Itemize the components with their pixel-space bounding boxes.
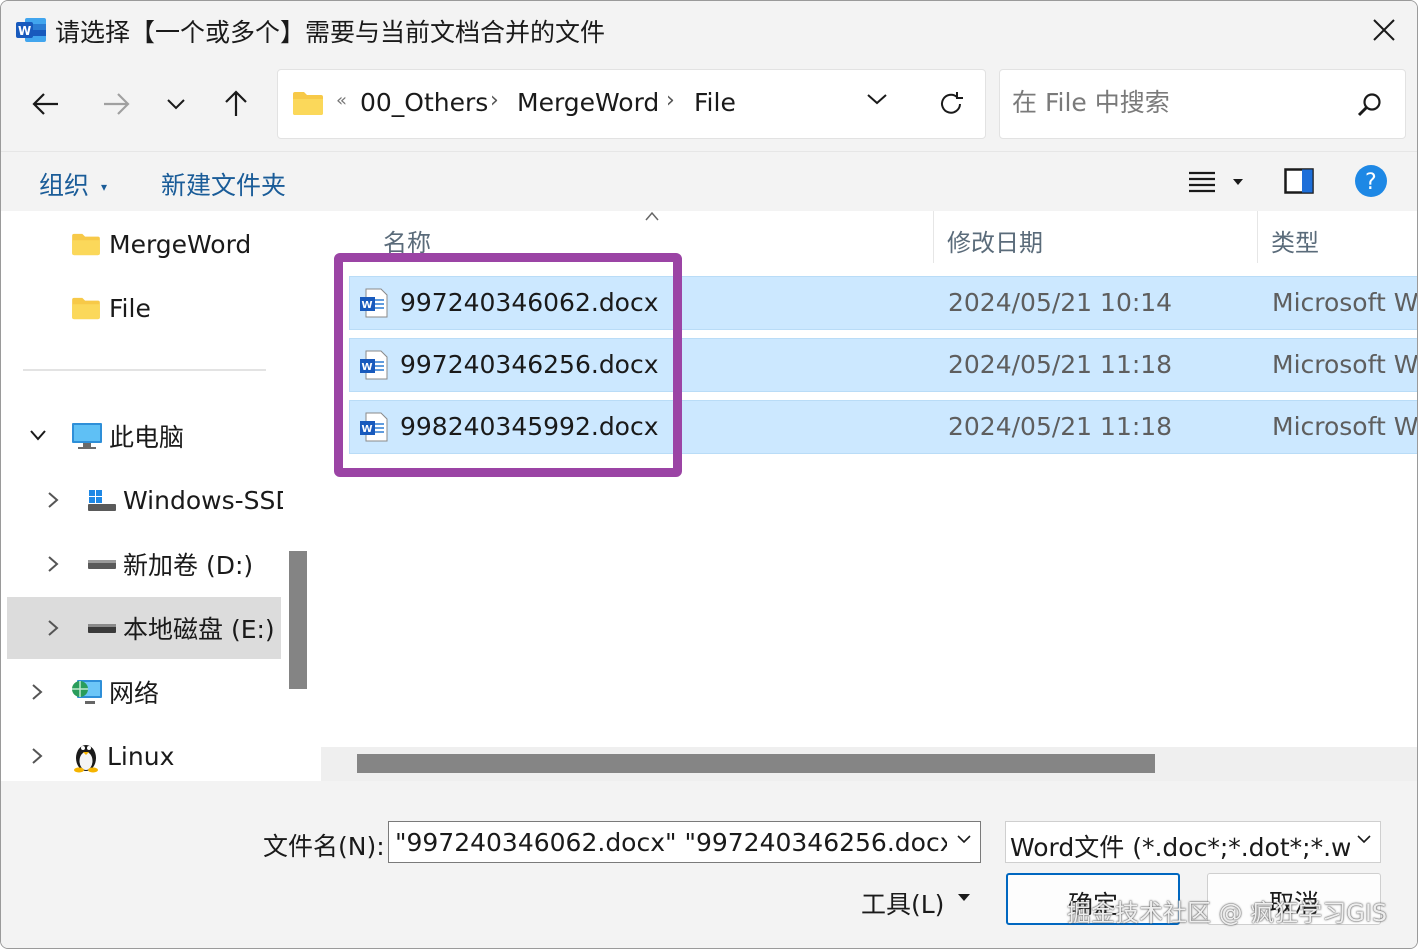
chevron-down-icon[interactable] (1356, 834, 1372, 844)
back-button[interactable] (26, 84, 66, 124)
sidebar-item-network[interactable]: 网络 (71, 665, 159, 719)
expand-chevron-right-icon[interactable] (31, 747, 43, 765)
sidebar-item-linux[interactable]: Linux (71, 729, 174, 783)
close-icon (1373, 19, 1395, 41)
column-header-date[interactable]: 修改日期 (947, 223, 1043, 258)
navigation-bar: « 00_Others › MergeWord › File (1, 59, 1417, 151)
view-list-icon[interactable] (1188, 170, 1216, 194)
sidebar-divider (23, 369, 266, 371)
sidebar-item-label: 本地磁盘 (E:) (123, 615, 275, 644)
chevron-down-icon[interactable] (956, 834, 972, 844)
sidebar-item-label: MergeWord (109, 229, 252, 259)
chevron-down-icon (167, 99, 185, 110)
sidebar-item-windows-ssd[interactable]: Windows-SSD (87, 473, 283, 527)
organize-menu[interactable]: 组织 ▾ (39, 166, 107, 202)
folder-icon (72, 297, 100, 320)
file-open-dialog: W 请选择【一个或多个】需要与当前文档合并的文件 « 00_Others › M… (0, 0, 1418, 949)
new-folder-button[interactable]: 新建文件夹 (161, 166, 286, 202)
sidebar-item-file[interactable]: File (71, 281, 151, 335)
breadcrumb-separator-icon[interactable]: › (666, 88, 675, 113)
network-icon (72, 680, 102, 704)
forward-button[interactable] (96, 84, 136, 124)
column-divider[interactable] (933, 211, 934, 263)
svg-text:W: W (18, 24, 31, 38)
word-app-icon: W (16, 18, 46, 42)
linux-penguin-icon (74, 745, 98, 773)
breadcrumb-00-others[interactable]: 00_Others (360, 88, 488, 117)
sort-ascending-icon (645, 211, 659, 221)
file-list: 名称 修改日期 类型 W 997240346062.docx 2024/05/2… (321, 211, 1417, 781)
column-divider[interactable] (1257, 211, 1258, 263)
system-drive-icon (88, 490, 116, 511)
expand-chevron-right-icon[interactable] (47, 555, 59, 573)
recent-locations-button[interactable] (156, 84, 196, 124)
sidebar-item-label: 此电脑 (109, 423, 185, 452)
tools-caret-icon[interactable] (957, 893, 971, 902)
filename-label: 文件名(N): (263, 832, 385, 861)
sidebar-item-label: Linux (107, 741, 175, 771)
file-type-filter-value: Word文件 (*.doc*;*.dot*;*.wps (1010, 833, 1350, 862)
svg-text:?: ? (1365, 170, 1377, 195)
watermark-text: 掘金技术社区 @ 疯狂学习GIS (1067, 899, 1388, 927)
dialog-footer: 文件名(N): "997240346062.docx" "99724034625… (1, 781, 1417, 948)
arrow-right-icon (104, 93, 130, 115)
search-input[interactable] (1012, 88, 1342, 117)
breadcrumb-file[interactable]: File (694, 88, 736, 117)
title-bar: W 请选择【一个或多个】需要与当前文档合并的文件 (1, 1, 1417, 59)
search-box[interactable] (999, 69, 1406, 139)
refresh-icon (941, 92, 963, 114)
folder-icon (72, 233, 100, 256)
arrow-left-icon (32, 93, 58, 115)
sidebar-item-this-pc[interactable]: 此电脑 (71, 409, 184, 463)
arrow-up-icon (225, 90, 247, 116)
sidebar-item-label: 新加卷 (D:) (123, 551, 254, 580)
sidebar-item-label: Windows-SSD (123, 485, 283, 515)
computer-icon (72, 423, 102, 449)
up-button[interactable] (216, 84, 256, 124)
breadcrumb-separator-icon[interactable]: › (490, 88, 499, 113)
column-header-type[interactable]: 类型 (1271, 223, 1319, 258)
tools-menu[interactable]: 工具(L) (861, 885, 944, 921)
preview-pane-icon[interactable] (1284, 168, 1314, 194)
caret-down-icon: ▾ (100, 180, 107, 194)
file-date: 2024/05/21 10:14 (948, 288, 1173, 317)
folder-icon (293, 92, 323, 115)
sidebar-item-drive-e[interactable]: 本地磁盘 (E:) (7, 597, 281, 659)
organize-label: 组织 (39, 171, 90, 200)
navigation-pane: MergeWord File 此电脑 Windows-SSD 新加卷 (D:) … (1, 211, 321, 781)
expand-chevron-down-icon[interactable] (29, 429, 47, 441)
navigation-pane-scrollbar[interactable] (289, 551, 307, 689)
drive-icon (88, 560, 116, 569)
search-icon[interactable] (1357, 92, 1383, 118)
file-date: 2024/05/21 11:18 (948, 350, 1173, 379)
filename-combobox[interactable]: "997240346062.docx" "997240346256.docx" … (388, 821, 981, 863)
address-bar[interactable]: « 00_Others › MergeWord › File (277, 69, 986, 139)
expand-chevron-right-icon[interactable] (31, 683, 43, 701)
expand-chevron-right-icon[interactable] (47, 491, 59, 509)
filename-value[interactable]: "997240346062.docx" "997240346256.docx" … (395, 828, 947, 857)
view-options-caret-icon[interactable] (1232, 178, 1244, 186)
expand-chevron-right-icon[interactable] (47, 619, 59, 637)
annotation-highlight-box (334, 253, 682, 477)
sidebar-item-label: File (109, 293, 151, 323)
refresh-button[interactable] (931, 84, 971, 124)
horizontal-scrollbar-thumb[interactable] (357, 754, 1155, 773)
breadcrumb-more-icon[interactable]: « (336, 90, 347, 111)
address-history-chevron-icon[interactable] (866, 92, 888, 106)
sidebar-item-label: 网络 (109, 679, 160, 708)
command-toolbar: 组织 ▾ 新建文件夹 ? (1, 151, 1417, 211)
file-type: Microsoft Word (1272, 350, 1417, 379)
file-type: Microsoft Word (1272, 288, 1417, 317)
file-type: Microsoft Word (1272, 412, 1417, 441)
file-date: 2024/05/21 11:18 (948, 412, 1173, 441)
window-title: 请选择【一个或多个】需要与当前文档合并的文件 (55, 18, 606, 47)
file-type-filter-select[interactable]: Word文件 (*.doc*;*.dot*;*.wps (1005, 821, 1381, 863)
sidebar-item-drive-d[interactable]: 新加卷 (D:) (87, 537, 253, 591)
help-icon[interactable]: ? (1354, 164, 1388, 198)
breadcrumb-mergeword[interactable]: MergeWord (517, 88, 659, 117)
close-button[interactable] (1349, 1, 1417, 59)
drive-icon (88, 624, 116, 633)
sidebar-item-mergeword[interactable]: MergeWord (71, 217, 251, 271)
